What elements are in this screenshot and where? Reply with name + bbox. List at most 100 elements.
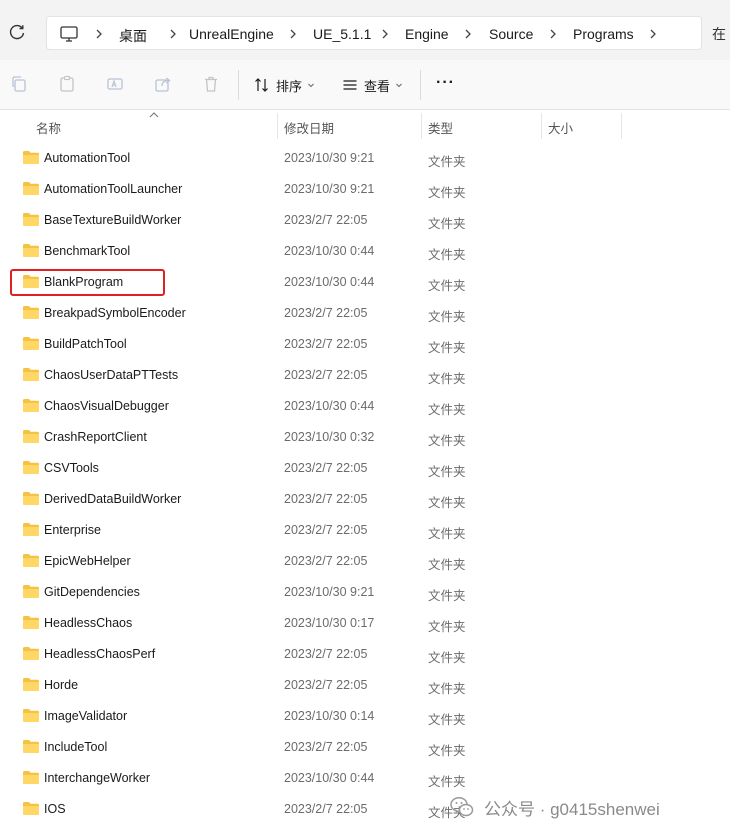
column-header-size[interactable]: 大小 bbox=[548, 118, 573, 137]
file-name: Enterprise bbox=[44, 523, 101, 537]
folder-icon bbox=[23, 399, 39, 412]
sort-icon bbox=[255, 78, 268, 92]
delete-icon[interactable] bbox=[202, 75, 220, 93]
file-row[interactable]: Horde 2023/2/7 22:05 文件夹 bbox=[0, 670, 730, 701]
folder-icon bbox=[23, 430, 39, 443]
more-options-button[interactable]: ··· bbox=[436, 74, 455, 92]
chevron-right-icon[interactable] bbox=[93, 27, 105, 41]
file-row[interactable]: BreakpadSymbolEncoder 2023/2/7 22:05 文件夹 bbox=[0, 298, 730, 329]
file-row[interactable]: ChaosVisualDebugger 2023/10/30 0:44 文件夹 bbox=[0, 391, 730, 422]
column-divider[interactable] bbox=[421, 113, 422, 139]
file-name: CrashReportClient bbox=[44, 430, 147, 444]
share-icon[interactable] bbox=[154, 75, 172, 93]
toolbar-divider bbox=[420, 70, 421, 100]
chevron-right-icon[interactable] bbox=[287, 27, 299, 41]
file-modified-date: 2023/2/7 22:05 bbox=[284, 492, 368, 506]
file-row[interactable]: InterchangeWorker 2023/10/30 0:44 文件夹 bbox=[0, 763, 730, 794]
file-row[interactable]: ChaosUserDataPTTests 2023/2/7 22:05 文件夹 bbox=[0, 360, 730, 391]
watermark: 公众号 · g0415shenwei bbox=[450, 795, 660, 819]
file-modified-date: 2023/10/30 9:21 bbox=[284, 151, 375, 165]
file-name: EpicWebHelper bbox=[44, 554, 131, 568]
view-icon bbox=[343, 80, 357, 90]
file-type: 文件夹 bbox=[428, 155, 466, 169]
view-label: 查看 bbox=[364, 78, 391, 94]
file-type: 文件夹 bbox=[428, 248, 466, 262]
chevron-right-icon[interactable] bbox=[462, 27, 474, 41]
file-row[interactable]: EpicWebHelper 2023/2/7 22:05 文件夹 bbox=[0, 546, 730, 577]
file-modified-date: 2023/2/7 22:05 bbox=[284, 306, 368, 320]
folder-icon bbox=[23, 182, 39, 195]
file-modified-date: 2023/10/30 0:32 bbox=[284, 430, 375, 444]
breadcrumb-source[interactable]: Source bbox=[489, 26, 533, 42]
file-modified-date: 2023/10/30 0:14 bbox=[284, 709, 375, 723]
chevron-right-icon[interactable] bbox=[647, 27, 659, 41]
folder-icon bbox=[23, 802, 39, 815]
breadcrumb-unrealengine[interactable]: UnrealEngine bbox=[189, 26, 274, 42]
file-type: 文件夹 bbox=[428, 775, 466, 789]
file-type: 文件夹 bbox=[428, 403, 466, 417]
file-type: 文件夹 bbox=[428, 496, 466, 510]
copy-icon[interactable] bbox=[10, 75, 28, 93]
chevron-right-icon[interactable] bbox=[379, 27, 391, 41]
column-divider[interactable] bbox=[621, 113, 622, 139]
column-header-type[interactable]: 类型 bbox=[428, 118, 453, 137]
rename-icon[interactable] bbox=[106, 75, 124, 93]
file-name: IncludeTool bbox=[44, 740, 108, 754]
folder-icon bbox=[23, 151, 39, 164]
folder-icon bbox=[23, 523, 39, 536]
file-type: 文件夹 bbox=[428, 527, 466, 541]
file-row[interactable]: CSVTools 2023/2/7 22:05 文件夹 bbox=[0, 453, 730, 484]
file-modified-date: 2023/10/30 0:44 bbox=[284, 244, 375, 258]
folder-icon bbox=[23, 244, 39, 257]
sort-button[interactable]: 排序 bbox=[254, 74, 315, 96]
file-row[interactable]: AutomationToolLauncher 2023/10/30 9:21 文件夹 bbox=[0, 174, 730, 205]
file-row[interactable]: GitDependencies 2023/10/30 9:21 文件夹 bbox=[0, 577, 730, 608]
toolbar-divider bbox=[238, 70, 239, 100]
file-name: AutomationToolLauncher bbox=[44, 182, 183, 196]
folder-icon bbox=[23, 306, 39, 319]
folder-icon bbox=[23, 337, 39, 350]
file-type: 文件夹 bbox=[428, 186, 466, 200]
file-row[interactable]: HeadlessChaos 2023/10/30 0:17 文件夹 bbox=[0, 608, 730, 639]
file-name: DerivedDataBuildWorker bbox=[44, 492, 182, 506]
breadcrumb-engine[interactable]: Engine bbox=[405, 26, 449, 42]
folder-icon bbox=[23, 771, 39, 784]
file-row[interactable]: BuildPatchTool 2023/2/7 22:05 文件夹 bbox=[0, 329, 730, 360]
column-header-name[interactable]: 名称 bbox=[36, 118, 61, 137]
watermark-text: 公众号 · g0415shenwei bbox=[484, 799, 660, 819]
sort-ascending-icon bbox=[149, 112, 159, 118]
file-row[interactable]: CrashReportClient 2023/10/30 0:32 文件夹 bbox=[0, 422, 730, 453]
file-type: 文件夹 bbox=[428, 682, 466, 696]
file-row[interactable]: AutomationTool 2023/10/30 9:21 文件夹 bbox=[0, 143, 730, 174]
file-type: 文件夹 bbox=[428, 434, 466, 448]
file-type: 文件夹 bbox=[428, 620, 466, 634]
file-row[interactable]: IncludeTool 2023/2/7 22:05 文件夹 bbox=[0, 732, 730, 763]
breadcrumb-ue-version[interactable]: UE_5.1.1 bbox=[313, 26, 371, 42]
file-name: BenchmarkTool bbox=[44, 244, 131, 258]
file-row[interactable]: DerivedDataBuildWorker 2023/2/7 22:05 文件夹 bbox=[0, 484, 730, 515]
file-name: CSVTools bbox=[44, 461, 99, 475]
chevron-right-icon[interactable] bbox=[547, 27, 559, 41]
chevron-right-icon[interactable] bbox=[167, 27, 179, 41]
file-row[interactable]: BaseTextureBuildWorker 2023/2/7 22:05 文件夹 bbox=[0, 205, 730, 236]
column-divider[interactable] bbox=[541, 113, 542, 139]
file-name: ChaosVisualDebugger bbox=[44, 399, 169, 413]
column-divider[interactable] bbox=[277, 113, 278, 139]
file-row[interactable]: Enterprise 2023/2/7 22:05 文件夹 bbox=[0, 515, 730, 546]
paste-icon[interactable] bbox=[58, 75, 76, 93]
file-type: 文件夹 bbox=[428, 372, 466, 386]
search-box-edge[interactable]: 在 bbox=[712, 24, 726, 44]
file-type: 文件夹 bbox=[428, 744, 466, 758]
file-row[interactable]: BenchmarkTool 2023/10/30 0:44 文件夹 bbox=[0, 236, 730, 267]
file-modified-date: 2023/10/30 0:44 bbox=[284, 399, 375, 413]
refresh-icon[interactable] bbox=[7, 22, 27, 42]
file-row[interactable]: HeadlessChaosPerf 2023/2/7 22:05 文件夹 bbox=[0, 639, 730, 670]
file-name: GitDependencies bbox=[44, 585, 140, 599]
breadcrumb-desktop[interactable]: 桌面 bbox=[119, 26, 147, 46]
view-button[interactable]: 查看 bbox=[342, 74, 403, 96]
file-row[interactable]: ImageValidator 2023/10/30 0:14 文件夹 bbox=[0, 701, 730, 732]
folder-icon bbox=[23, 678, 39, 691]
column-header-date[interactable]: 修改日期 bbox=[284, 118, 334, 137]
address-bar[interactable]: 桌面 UnrealEngine UE_5.1.1 Engine Source P… bbox=[46, 16, 702, 50]
breadcrumb-programs[interactable]: Programs bbox=[573, 26, 634, 42]
